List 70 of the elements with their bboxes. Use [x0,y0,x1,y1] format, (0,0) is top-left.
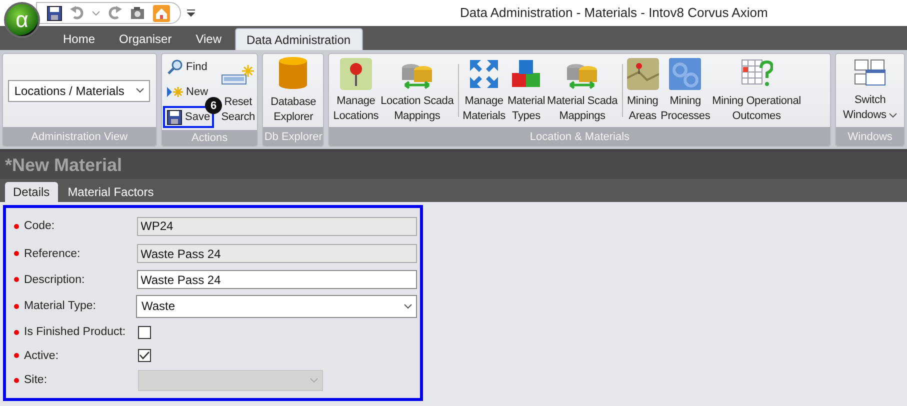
input-field[interactable]: WP24 [136,216,417,236]
cubes-icon [510,58,542,90]
checkbox[interactable] [138,349,151,362]
menu-tab[interactable]: View [184,28,232,50]
group-label: Location & Materials [329,127,830,146]
document-tab[interactable]: Material Factors [60,182,162,202]
ribbon-button[interactable]: Location Scada Mappings [380,58,455,124]
undo-icon [70,6,84,20]
ribbon-button[interactable]: Mining Areas [626,58,660,124]
document-title: *New Material [0,152,907,179]
select-field[interactable]: Waste [136,294,417,318]
field-label: Reference: [24,248,82,260]
home-icon [153,4,170,22]
caret-icon [310,378,318,382]
button-label: Reset Search [221,95,255,125]
window-title: Data Administration - Materials - Intov8 Corvus Axiom [460,5,768,20]
field-label: Site: [24,374,48,386]
ribbon-button[interactable]: Manage Locations [332,58,380,124]
customize-caret-icon[interactable] [187,9,195,17]
field-label: Material Type: [24,300,97,312]
ribbon-button[interactable]: Manage Materials [462,58,506,124]
button-label: Database Explorer [270,94,316,124]
ribbon-button[interactable]: Find [163,56,212,78]
ribbon-button[interactable]: Material Scada Mappings [546,58,619,124]
button-label: Location Scada Mappings [380,94,454,124]
database-icon [277,56,310,90]
button-label: Mining Operational Outcomes [712,94,801,124]
group-label: Windows [836,127,904,146]
field-label: Description: [24,274,86,286]
button-label: Material Scada Mappings [547,94,618,124]
field-label: Is Finished Product: [24,326,127,338]
gears-icon [669,58,702,90]
field-label: Code: [24,220,56,232]
group-label: Actions [162,130,258,146]
view-dropdown[interactable]: Locations / Materials [8,80,150,102]
button-label: Manage Locations [333,94,379,124]
button-label: Material Types [507,94,545,124]
document-tab[interactable]: Details [5,182,58,202]
ribbon-button[interactable]: Reset Search [220,63,256,125]
ribbon-button[interactable]: Mining Operational Outcomes [711,58,802,124]
redo-icon [108,6,122,20]
group-label: Administration View [3,127,156,146]
button-label: Manage Materials [462,94,506,124]
magnifier-icon [167,59,184,75]
caret-icon [92,10,100,16]
ribbon-button[interactable]: Database Explorer [270,56,318,124]
camera-icon [130,6,145,20]
checkbox[interactable] [138,326,151,338]
map-icon [626,58,659,90]
caret-icon [136,88,144,93]
step-badge: 6 [205,97,222,114]
ribbon-button[interactable]: Material Types [506,58,546,124]
menu-tab[interactable]: Organiser [108,28,183,50]
map-pin-icon [340,58,372,90]
button-label: Mining Processes [660,94,710,124]
sparkle-arrow-icon [167,86,184,98]
group-label: Db Explorer [263,127,324,146]
field-label: Active: [24,350,60,362]
caret-icon [889,112,898,118]
ribbon-button[interactable]: Switch Windows [842,58,898,122]
caret-icon [404,304,412,308]
ribbon-button[interactable]: Mining Processes [660,58,712,124]
input-field[interactable]: Waste Pass 24 [136,270,417,289]
input-field[interactable]: Waste Pass 24 [136,244,417,263]
menu-tab[interactable]: Data Administration [234,28,363,50]
button-label: Mining Areas [626,94,658,124]
menu-tab[interactable]: Home [52,28,106,50]
windows-icon [854,58,886,88]
button-label: Switch Windows [843,92,898,122]
four-arrows-icon [468,58,500,90]
